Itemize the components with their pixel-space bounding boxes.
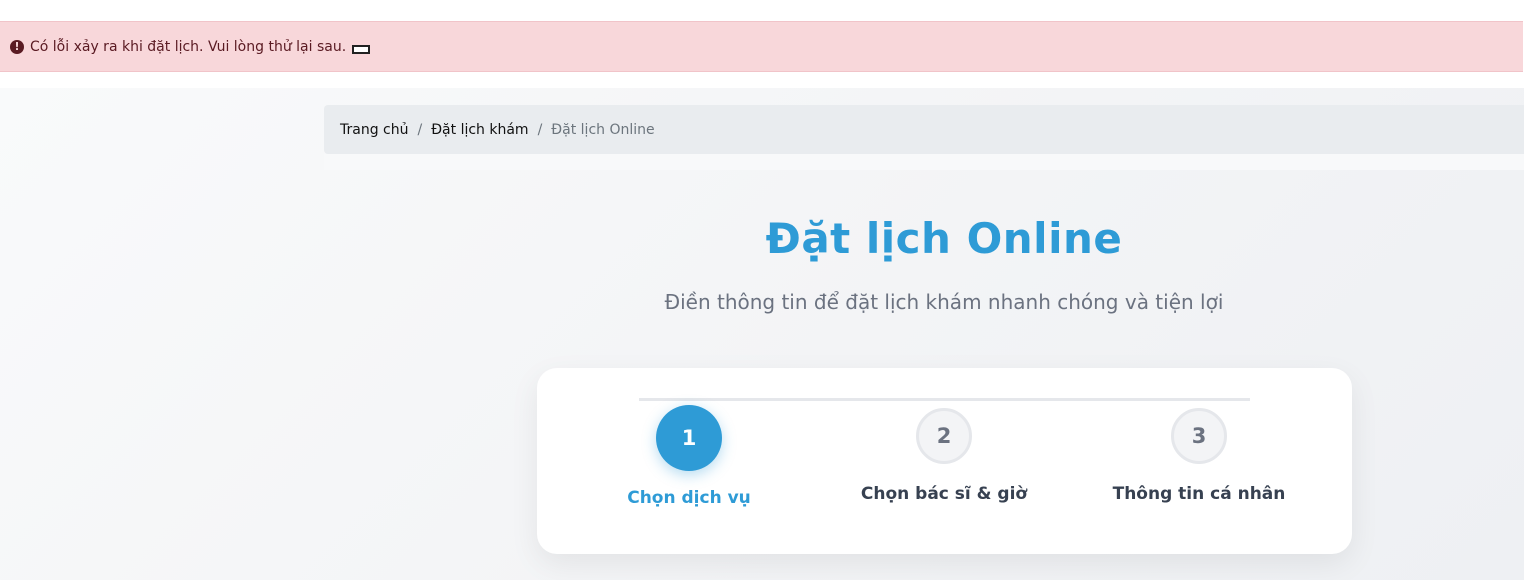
exclamation-circle-icon: ! [10,39,24,54]
breadcrumb: Trang chủ / Đặt lịch khám / Đặt lịch Onl… [324,105,1524,154]
step-3-label: Thông tin cá nhân [1112,484,1286,504]
breadcrumb-current: Đặt lịch Online [551,121,655,138]
step-choose-doctor-time[interactable]: 2 Chọn bác sĩ & giờ [834,406,1054,504]
breadcrumb-separator: / [417,121,423,138]
step-3-circle[interactable]: 3 [1171,408,1227,464]
breadcrumb-home-link[interactable]: Trang chủ [340,122,408,138]
booking-steps-card: 1 Chọn dịch vụ 2 Chọn bác sĩ & giờ 3 Thô… [537,368,1352,554]
step-1-circle[interactable]: 1 [656,405,722,471]
error-alert: ! Có lỗi xảy ra khi đặt lịch. Vui lòng t… [0,21,1523,72]
breadcrumb-booking-link[interactable]: Đặt lịch khám [431,122,528,138]
step-2-circle[interactable]: 2 [916,408,972,464]
step-2-label: Chọn bác sĩ & giờ [860,484,1028,504]
alert-close-button[interactable] [352,45,371,54]
page-title: Đặt lịch Online [765,214,1123,263]
steps-progress-line [639,398,1250,401]
step-1-label: Chọn dịch vụ [627,488,751,508]
alert-message: Có lỗi xảy ra khi đặt lịch. Vui lòng thử… [30,38,347,55]
breadcrumb-separator: / [537,121,543,138]
step-personal-info[interactable]: 3 Thông tin cá nhân [1089,406,1309,504]
step-choose-service[interactable]: 1 Chọn dịch vụ [579,405,799,508]
breadcrumb-underlay [324,154,1524,170]
page-subtitle: Điền thông tin để đặt lịch khám nhanh ch… [664,290,1224,314]
